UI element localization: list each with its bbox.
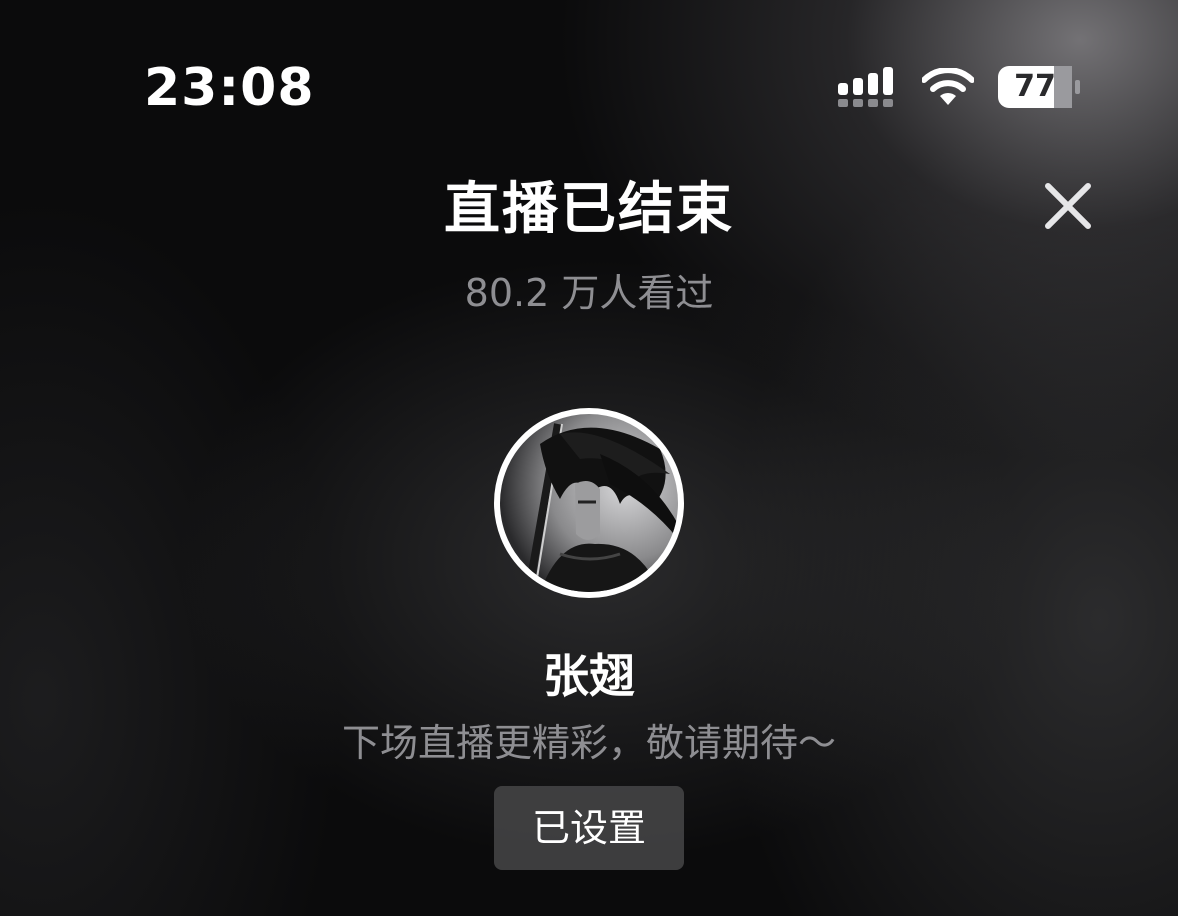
reminder-set-button[interactable]: 已设置 xyxy=(494,786,684,870)
battery-icon: 77 xyxy=(998,66,1080,108)
close-icon xyxy=(1045,183,1091,229)
status-icons: 77 xyxy=(838,66,1080,108)
avatar[interactable] xyxy=(494,408,684,598)
viewer-count: 80.2 万人看过 xyxy=(464,271,714,315)
next-live-message: 下场直播更精彩，敬请期待～ xyxy=(341,721,836,765)
streamer-name[interactable]: 张翅 xyxy=(0,640,1178,706)
close-button[interactable] xyxy=(1040,178,1096,234)
status-time: 23:08 xyxy=(144,58,315,118)
battery-level: 77 xyxy=(1014,69,1056,104)
wifi-icon xyxy=(922,68,974,106)
page-title: 直播已结束 xyxy=(444,177,734,242)
signal-icon xyxy=(838,67,898,107)
live-ended-screen: 23:08 77 直播已结束 80.2 万人看过 张翅 下场直播更精彩，敬请期待… xyxy=(0,0,1178,916)
